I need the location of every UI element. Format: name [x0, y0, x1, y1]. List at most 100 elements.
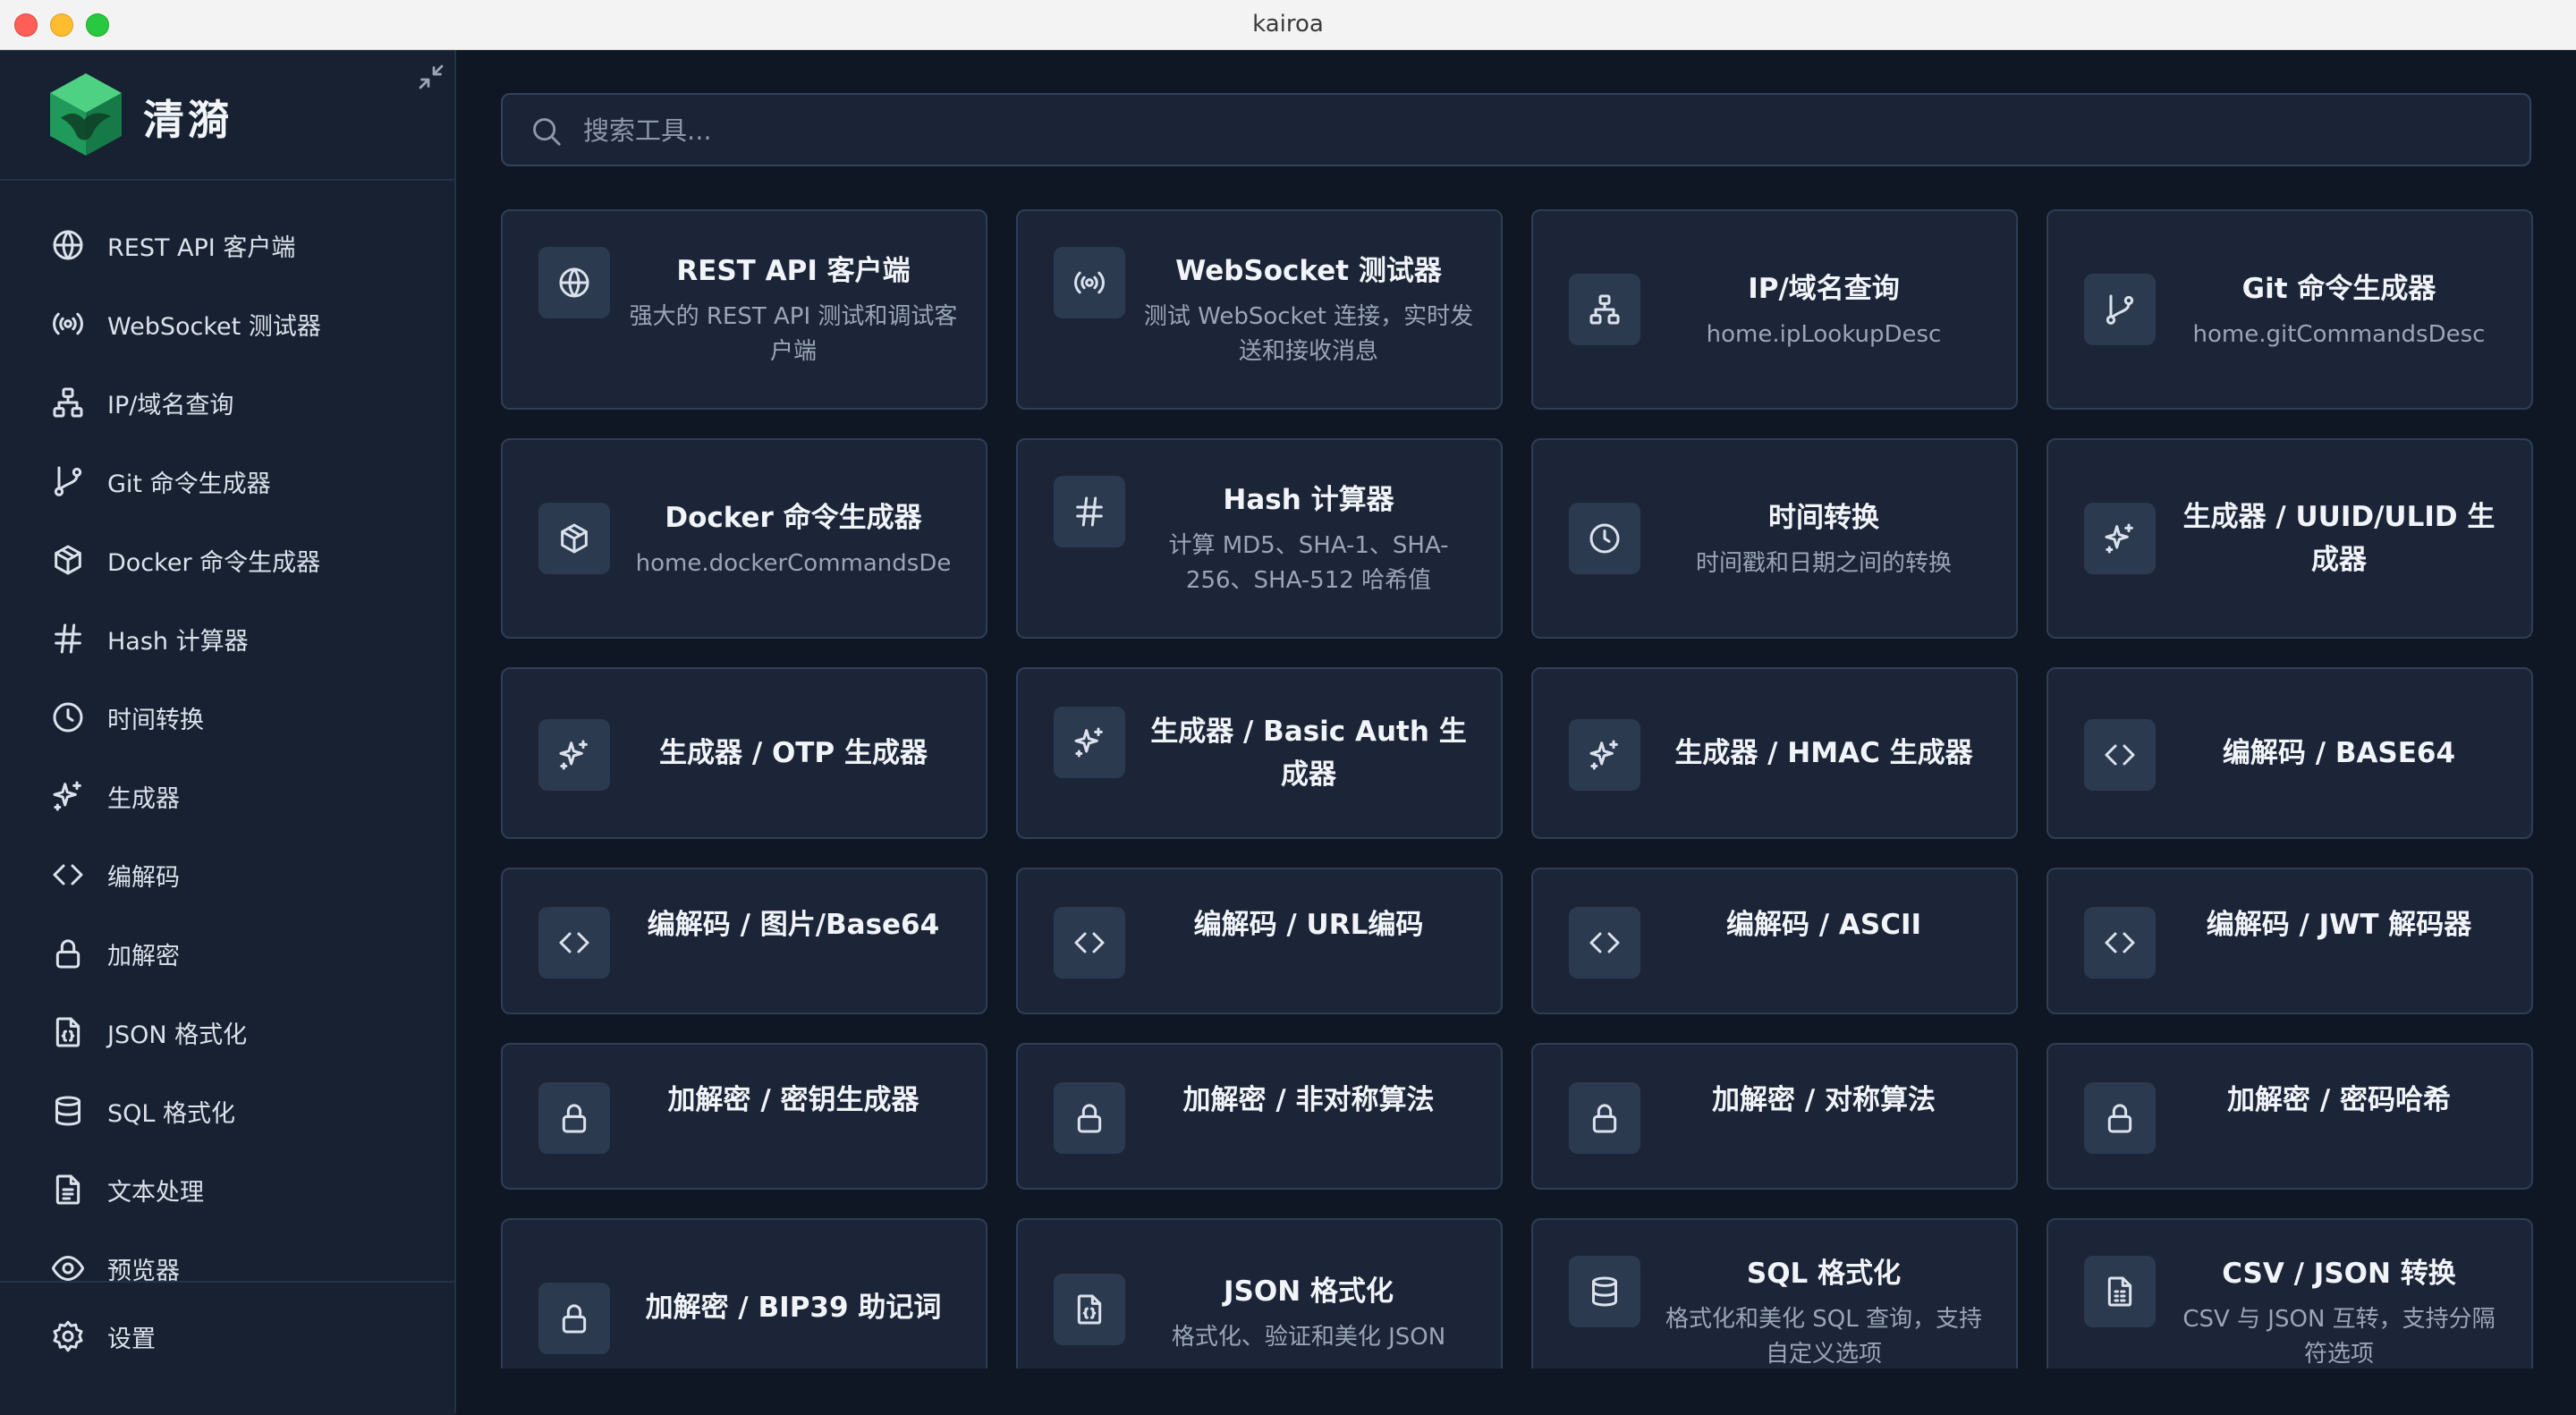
card-icon-box — [2084, 1256, 2156, 1327]
card-icon-box — [1569, 1082, 1640, 1154]
tool-card-time[interactable]: 时间转换 时间戳和日期之间的转换 — [1531, 438, 2018, 639]
tool-card-sql-format[interactable]: SQL 格式化 格式化和美化 SQL 查询，支持自定义选项 — [1531, 1218, 2018, 1368]
sidebar-item-label: 编解码 — [107, 863, 180, 892]
tool-card-websocket[interactable]: WebSocket 测试器 测试 WebSocket 连接，实时发送和接收消息 — [1016, 209, 1503, 410]
sidebar-item-json[interactable]: JSON 格式化 — [0, 993, 454, 1072]
sidebar-item-label: JSON 格式化 — [107, 1021, 248, 1049]
card-icon-box — [538, 719, 610, 791]
tool-card-git[interactable]: Git 命令生成器 home.gitCommandsDesc — [2046, 209, 2533, 410]
card-icon-box — [1569, 503, 1640, 574]
card-icon-box — [2084, 503, 2156, 574]
card-description: 格式化和美化 SQL 查询，支持自定义选项 — [1665, 1306, 1982, 1368]
tool-card-docker[interactable]: Docker 命令生成器 home.dockerCommandsDe — [501, 438, 987, 639]
sidebar-nav: REST API 客户端 WebSocket 测试器 IP/域名查询 Git 命… — [0, 206, 454, 1308]
search-bar[interactable] — [501, 93, 2531, 166]
sidebar-item-sql[interactable]: SQL 格式化 — [0, 1072, 454, 1150]
sidebar-item-codec[interactable]: 编解码 — [0, 835, 454, 914]
tool-card-ip-lookup[interactable]: IP/域名查询 home.ipLookupDesc — [1531, 209, 2018, 410]
card-title: 编解码 / ASCII — [1725, 909, 1922, 941]
card-icon-box — [2084, 274, 2156, 345]
sidebar-item-rest-api[interactable]: REST API 客户端 — [0, 206, 454, 284]
tool-card-csv-json[interactable]: CSV / JSON 转换 CSV 与 JSON 互转，支持分隔符选项 — [2046, 1218, 2533, 1368]
app-window: kairoa 清漪 REST API 客户端 WebSocket 测试器 IP/… — [0, 0, 2576, 1415]
tool-card-asymmetric[interactable]: 加解密 / 非对称算法 — [1016, 1043, 1503, 1190]
card-icon-box — [1054, 907, 1125, 979]
sidebar-item-label: Git 命令生成器 — [107, 470, 271, 498]
sidebar-footer: 设置 — [0, 1281, 454, 1415]
sidebar-item-crypto[interactable]: 加解密 — [0, 914, 454, 993]
tool-card-password-hash[interactable]: 加解密 / 密码哈希 — [2046, 1043, 2533, 1190]
sidebar-item-time[interactable]: 时间转换 — [0, 678, 454, 757]
card-title: 编解码 / JWT 解码器 — [2206, 909, 2472, 941]
sidebar-item-label: SQL 格式化 — [107, 1099, 236, 1128]
card-title: SQL 格式化 — [1746, 1258, 1902, 1290]
window-title: kairoa — [1252, 11, 1324, 38]
card-title: WebSocket 测试器 — [1175, 255, 1442, 287]
card-icon-box — [538, 1283, 610, 1354]
card-title: Hash 计算器 — [1223, 484, 1394, 516]
card-icon-box — [538, 247, 610, 318]
logo-icon — [50, 73, 122, 156]
globe-icon — [559, 267, 589, 298]
card-icon-box — [538, 503, 610, 574]
network-icon — [1589, 294, 1620, 325]
collapse-sidebar-icon[interactable] — [415, 61, 447, 93]
search-input[interactable] — [581, 95, 2517, 166]
card-icon-box — [1569, 274, 1640, 345]
code-icon — [1589, 932, 1620, 953]
file-json-icon — [55, 1017, 80, 1047]
card-body: IP/域名查询 home.ipLookupDesc — [1658, 211, 1989, 408]
tool-card-image-base64[interactable]: 编解码 / 图片/Base64 — [501, 868, 987, 1014]
hash-icon — [55, 623, 81, 654]
card-icon-box — [538, 1082, 610, 1154]
tool-card-uuid[interactable]: 生成器 / UUID/ULID 生成器 — [2046, 438, 2533, 639]
tool-card-key-generator[interactable]: 加解密 / 密钥生成器 — [501, 1043, 987, 1190]
sparkles-icon — [559, 740, 588, 770]
sidebar-item-label: Docker 命令生成器 — [107, 548, 321, 577]
tool-card-jwt[interactable]: 编解码 / JWT 解码器 — [2046, 868, 2533, 1014]
tool-card-hash[interactable]: Hash 计算器 计算 MD5、SHA-1、SHA-256、SHA-512 哈希… — [1016, 438, 1503, 639]
tool-card-rest-api[interactable]: REST API 客户端 强大的 REST API 测试和调试客户端 — [501, 209, 987, 410]
card-body: 生成器 / Basic Auth 生成器 — [1143, 669, 1474, 837]
sidebar-item-ip-lookup[interactable]: IP/域名查询 — [0, 363, 454, 442]
lock-icon — [1077, 1104, 1102, 1133]
sidebar-item-websocket[interactable]: WebSocket 测试器 — [0, 284, 454, 363]
file-json-icon — [1077, 1294, 1102, 1325]
card-body: 编解码 / JWT 解码器 — [2174, 869, 2504, 1013]
card-description: 测试 WebSocket 连接，实时发送和接收消息 — [1143, 303, 1474, 365]
card-title: Git 命令生成器 — [2241, 272, 2436, 305]
card-title: 加解密 / BIP39 助记词 — [645, 1292, 942, 1324]
sidebar-item-generator[interactable]: 生成器 — [0, 757, 454, 835]
card-body: 加解密 / 对称算法 — [1658, 1045, 1989, 1188]
tool-card-url-encode[interactable]: 编解码 / URL编码 — [1016, 868, 1503, 1014]
sidebar-item-docker[interactable]: Docker 命令生成器 — [0, 521, 454, 599]
file-text-icon — [55, 1174, 80, 1205]
card-body: 编解码 / ASCII — [1658, 869, 1989, 1013]
card-body: 加解密 / 密码哈希 — [2174, 1045, 2504, 1188]
sidebar-item-settings[interactable]: 设置 — [0, 1302, 454, 1370]
card-title: 生成器 / UUID/ULID 生成器 — [2182, 501, 2496, 576]
sidebar-item-git[interactable]: Git 命令生成器 — [0, 442, 454, 521]
card-body: 时间转换 时间戳和日期之间的转换 — [1658, 440, 1989, 637]
tool-card-otp[interactable]: 生成器 / OTP 生成器 — [501, 667, 987, 839]
lock-icon — [2107, 1104, 2132, 1133]
card-description: home.gitCommandsDesc — [2192, 320, 2486, 348]
tool-card-symmetric[interactable]: 加解密 / 对称算法 — [1531, 1043, 2018, 1190]
card-body: WebSocket 测试器 测试 WebSocket 连接，实时发送和接收消息 — [1143, 211, 1474, 408]
card-body: Hash 计算器 计算 MD5、SHA-1、SHA-256、SHA-512 哈希… — [1143, 440, 1474, 637]
code-icon — [53, 864, 83, 885]
tool-card-hmac[interactable]: 生成器 / HMAC 生成器 — [1531, 667, 2018, 839]
tool-card-bip39[interactable]: 加解密 / BIP39 助记词 — [501, 1218, 987, 1368]
card-icon-box — [538, 907, 610, 979]
title-bar: kairoa — [0, 0, 2576, 50]
code-icon — [2105, 932, 2135, 953]
sidebar-item-hash[interactable]: Hash 计算器 — [0, 599, 454, 678]
tool-card-ascii[interactable]: 编解码 / ASCII — [1531, 868, 2018, 1014]
brand-name: 清漪 — [143, 96, 233, 144]
tool-card-json-format[interactable]: JSON 格式化 格式化、验证和美化 JSON — [1016, 1218, 1503, 1368]
tool-card-basic-auth[interactable]: 生成器 / Basic Auth 生成器 — [1016, 667, 1503, 839]
card-body: 加解密 / 密钥生成器 — [628, 1045, 959, 1188]
tool-card-base64[interactable]: 编解码 / BASE64 — [2046, 667, 2533, 839]
sidebar-item-label: REST API 客户端 — [107, 233, 296, 262]
sidebar-item-text[interactable]: 文本处理 — [0, 1150, 454, 1229]
